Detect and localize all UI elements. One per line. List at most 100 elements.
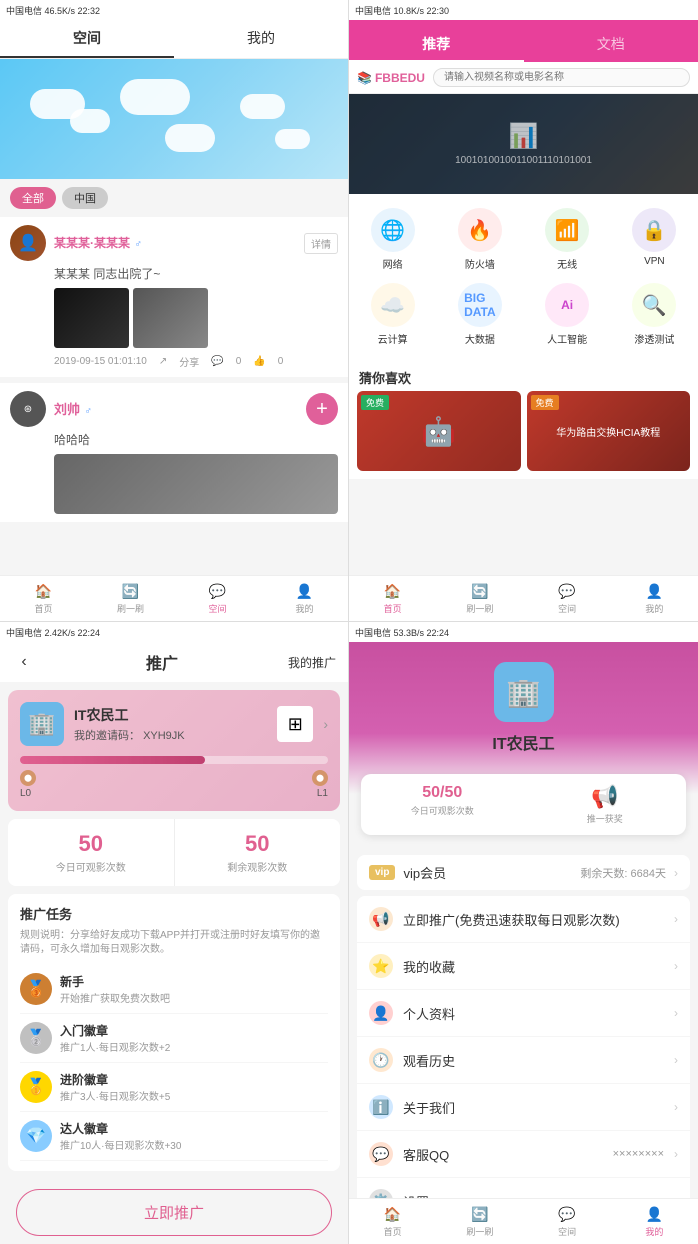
tr-nav-mine-label: 我的 [645, 602, 663, 615]
plus-button[interactable]: + [306, 393, 338, 425]
recommend-title: 猜你喜欢 [349, 360, 698, 391]
menu-item-profile[interactable]: 👤 个人资料 › [357, 990, 690, 1037]
br-nav-space-label: 空间 [558, 1225, 576, 1238]
promote-button[interactable]: 立即推广 [16, 1189, 332, 1236]
task-info-3: 达人徽章 推广10人·每日观影次数+30 [60, 1120, 328, 1152]
br-vip-row[interactable]: vip vip会员 剩余天数: 6684天 › [357, 855, 690, 890]
level-l0: L0 [20, 788, 31, 799]
dot-l1: ⬤ [312, 770, 328, 786]
tab-mine[interactable]: 我的 [174, 20, 348, 58]
gender-icon-2: ♂ [84, 406, 92, 417]
stat-today: 50 今日可观影次数 [8, 819, 174, 886]
about-menu-label: 关于我们 [403, 1098, 664, 1117]
tl-nav-refresh[interactable]: 🔄 刷一刷 [87, 582, 174, 615]
status-bar-bl: 中国电信 2.42K/s 22:24 [0, 622, 348, 642]
bigdata-icon: BIGDATA [458, 283, 502, 327]
icon-vpn[interactable]: 🔒 VPN [611, 202, 698, 277]
filter-all[interactable]: 全部 [10, 187, 56, 209]
tl-nav-home[interactable]: 🏠 首页 [0, 582, 87, 615]
status-carrier-bl: 中国电信 2.42K/s 22:24 [6, 626, 100, 639]
tl-nav-space[interactable]: 💬 空间 [174, 582, 261, 615]
rec-card-1[interactable]: 免费 🤖 [357, 391, 521, 471]
network-icon: 🌐 [371, 208, 415, 252]
like-icon: 👍 [253, 356, 265, 367]
profile-chevron-icon: › [674, 1006, 678, 1020]
menu-item-about[interactable]: ℹ️ 关于我们 › [357, 1084, 690, 1131]
pentest-icon: 🔍 [632, 283, 676, 327]
vip-chevron-icon: › [674, 866, 678, 880]
back-button[interactable]: ‹ [12, 650, 36, 674]
br-nav-mine[interactable]: 👤 我的 [611, 1205, 698, 1238]
wifi-icon: 📶 [545, 208, 589, 252]
firewall-label: 防火墙 [465, 256, 495, 271]
post-card-2: ⊛ 刘帅 ♂ + 哈哈哈 [0, 383, 348, 522]
icon-network[interactable]: 🌐 网络 [349, 202, 436, 277]
task-name-1: 入门徽章 [60, 1022, 328, 1039]
tl-nav-mine[interactable]: 👤 我的 [261, 582, 348, 615]
icon-bigdata[interactable]: BIGDATA 大数据 [436, 277, 523, 352]
status-carrier-tr: 中国电信 10.8K/s 22:30 [355, 4, 449, 17]
qq-chevron-icon: › [674, 1147, 678, 1161]
qr-code-button[interactable]: ⊞ [277, 706, 313, 742]
br-avatar: 🏢 [494, 662, 554, 722]
task-icon-silver: 🥈 [20, 1022, 52, 1054]
post2-image [54, 454, 338, 514]
tab-space[interactable]: 空间 [0, 20, 174, 58]
cloud-3 [120, 79, 190, 115]
icon-wifi[interactable]: 📶 无线 [524, 202, 611, 277]
bl-invite-code: 我的邀请码： XYH9JK [74, 727, 267, 743]
icon-cloud[interactable]: ☁️ 云计算 [349, 277, 436, 352]
profile-menu-label: 个人资料 [403, 1004, 664, 1023]
icon-firewall[interactable]: 🔥 防火墙 [436, 202, 523, 277]
detail-btn-1[interactable]: 详情 [304, 233, 338, 254]
tab-docs[interactable]: 文档 [524, 28, 698, 62]
tl-nav-refresh-label: 刷一刷 [117, 602, 144, 615]
vip-days: 剩余天数: 6684天 [580, 865, 666, 881]
filter-china[interactable]: 中国 [62, 187, 108, 209]
br-bottom-nav: 🏠 首页 🔄 刷一刷 💬 空间 👤 我的 [349, 1198, 698, 1244]
task-icon-bronze: 🥉 [20, 973, 52, 1005]
tr-nav-home[interactable]: 🏠 首页 [349, 582, 436, 615]
tr-search-bar: 📚 FBBEDU [349, 62, 698, 94]
tr-nav-refresh[interactable]: 🔄 刷一刷 [436, 582, 523, 615]
br-nav-refresh-label: 刷一刷 [466, 1225, 493, 1238]
bl-user-detail: IT农民工 我的邀请码： XYH9JK [74, 705, 267, 743]
tab-recommend[interactable]: 推荐 [349, 28, 524, 62]
tr-space-icon: 💬 [558, 582, 576, 600]
screen-space: 中国电信 46.5K/s 22:32 空间 我的 全部 中国 👤 [0, 0, 349, 622]
collect-menu-icon: ⭐ [369, 954, 393, 978]
icon-ai[interactable]: Ai 人工智能 [524, 277, 611, 352]
br-mine-icon: 👤 [645, 1205, 663, 1223]
vpn-icon: 🔒 [632, 208, 676, 252]
br-nav-space[interactable]: 💬 空间 [524, 1205, 611, 1238]
cloud-label: 云计算 [378, 331, 408, 346]
task-desc: 规则说明：分享给好友成功下载APP并打开或注册时好友填写你的邀请码，可永久增加每… [20, 929, 328, 957]
br-refresh-icon: 🔄 [471, 1205, 489, 1223]
post-header-1: 👤 某某某·某某某 ♂ 详情 [10, 225, 338, 261]
task-req-3: 推广10人·每日观影次数+30 [60, 1137, 328, 1152]
tr-nav-mine[interactable]: 👤 我的 [611, 582, 698, 615]
menu-item-collect[interactable]: ⭐ 我的收藏 › [357, 943, 690, 990]
post2-user: 刘帅 ♂ [54, 399, 92, 419]
br-nav-home[interactable]: 🏠 首页 [349, 1205, 436, 1238]
br-nav-mine-label: 我的 [645, 1225, 663, 1238]
br-nav-refresh[interactable]: 🔄 刷一刷 [436, 1205, 523, 1238]
menu-item-qq[interactable]: 💬 客服QQ ×××××××× › [357, 1131, 690, 1178]
post-card-1: 👤 某某某·某某某 ♂ 详情 某某某 同志出院了~ 2019-09-15 01:… [0, 217, 348, 377]
rec-card-2[interactable]: 免费 华为路由交换HCIA教程 [527, 391, 691, 471]
tr-home-icon: 🏠 [384, 582, 402, 600]
post-img-1 [54, 288, 129, 348]
br-stats-row: 50/50 今日可观影次数 📢 推一获奖 [361, 774, 686, 835]
menu-item-history[interactable]: 🕐 观看历史 › [357, 1037, 690, 1084]
icon-pentest[interactable]: 🔍 渗透测试 [611, 277, 698, 352]
menu-item-promote[interactable]: 📢 立即推广(免费迅速获取每日观影次数) › [357, 896, 690, 943]
search-input[interactable] [433, 68, 690, 87]
bl-stats: 50 今日可观影次数 50 剩余观影次数 [8, 819, 340, 886]
task-name-3: 达人徽章 [60, 1120, 328, 1137]
status-bar-tr: 中国电信 10.8K/s 22:30 [349, 0, 698, 20]
my-promote-btn[interactable]: 我的推广 [288, 654, 336, 671]
broadcast-icon: 📢 [591, 784, 618, 810]
screen-fbbedu: 中国电信 10.8K/s 22:30 推荐 文档 📚 FBBEDU 📊 1001… [349, 0, 698, 622]
tr-nav-space[interactable]: 💬 空间 [524, 582, 611, 615]
progress-dots: ⬤ ⬤ [20, 770, 328, 786]
